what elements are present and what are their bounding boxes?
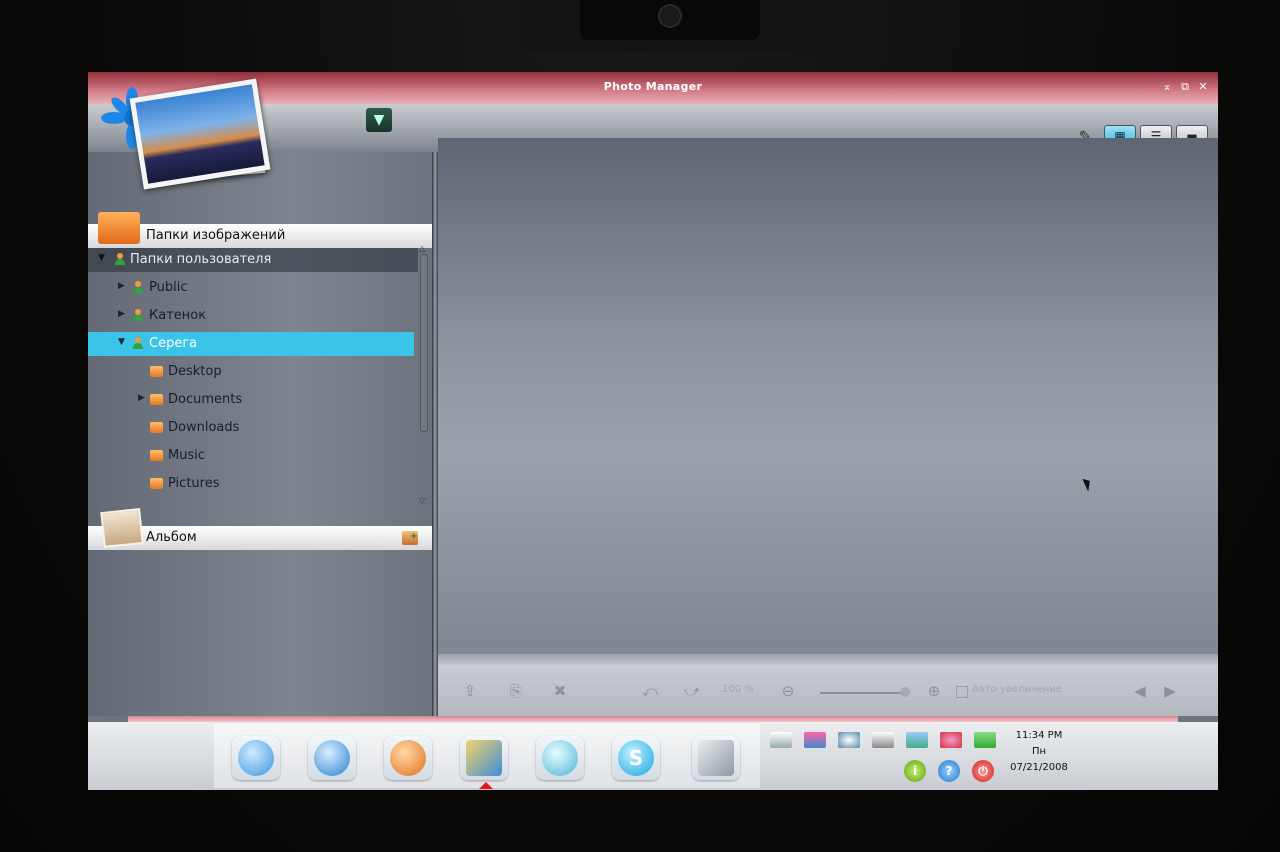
folder-tree: ▼ Папки пользователя ▶ Public ▶ Катенок … <box>88 248 432 508</box>
tree-item-desktop[interactable]: Desktop <box>88 360 414 384</box>
keyboard-icon[interactable] <box>872 732 894 748</box>
folder-icon <box>150 478 163 489</box>
folder-icon <box>150 422 163 433</box>
clock[interactable]: 11:34 PM Пн 07/21/2008 <box>996 728 1082 776</box>
tree-item-label: Public <box>149 280 188 295</box>
mouse-cursor-icon <box>1082 476 1094 492</box>
user-icon <box>132 309 145 321</box>
volume-icon[interactable] <box>974 732 996 748</box>
delete-icon[interactable]: ✖ <box>548 682 572 702</box>
album-label: Альбом <box>146 530 197 545</box>
tree-item-label: Documents <box>168 392 243 407</box>
tree-item-public[interactable]: ▶ Public <box>88 276 414 300</box>
zoom-value: 100 % <box>722 684 754 695</box>
network-icon[interactable] <box>804 732 826 748</box>
image-folders-label: Папки изображений <box>146 228 286 243</box>
dock-bar: S i ? ⏻ 11:34 PM Пн 07/21/2008 <box>88 722 1218 790</box>
zoom-slider-knob[interactable] <box>900 687 910 697</box>
webcam <box>520 0 820 52</box>
settings-icon[interactable] <box>692 736 740 780</box>
tree-item-music[interactable]: Music <box>88 444 414 468</box>
tree-item-label: Серега <box>149 336 198 351</box>
help-icon[interactable]: ? <box>938 760 960 782</box>
tree-item-downloads[interactable]: Downloads <box>88 416 414 440</box>
collapse-triangle-icon[interactable]: ▼ <box>118 337 128 347</box>
rotate-right-icon[interactable]: ⤻ <box>680 682 704 702</box>
zoom-in-icon[interactable]: ⊕ <box>922 682 946 702</box>
bottom-toolbar: ⇪ ⎘ ✖ ⤺ ⤻ 100 % ⊖ ⊕ Авто увеличение ◀ ▶ <box>438 668 1218 716</box>
tree-item-label: Music <box>168 448 205 463</box>
battery-icon[interactable] <box>906 732 928 748</box>
tree-item-label: Катенок <box>149 308 207 323</box>
tree-item-user-folders[interactable]: ▼ Папки пользователя <box>88 248 418 272</box>
user-icon <box>132 337 145 349</box>
auto-zoom-checkbox[interactable] <box>956 686 968 698</box>
left-panel: Папки изображений ▼ Папки пользователя ▶… <box>88 152 432 716</box>
webcam-lens-icon <box>658 4 682 28</box>
zoom-slider[interactable] <box>820 692 906 694</box>
skype-icon[interactable]: S <box>612 736 660 780</box>
tree-item-label: Desktop <box>168 364 222 379</box>
tree-item-pictures[interactable]: Pictures <box>88 472 414 496</box>
app-logo <box>94 78 271 198</box>
screen: Photo Manager ⌅ ⧉ ✕ ▼ ✎ ▦ ☰ ▬ Папки изоб… <box>88 72 1218 790</box>
tree-item-katenok[interactable]: ▶ Катенок <box>88 304 414 328</box>
folder-icon <box>150 394 163 405</box>
tree-item-label: Downloads <box>168 420 240 435</box>
tree-item-documents[interactable]: ▶ Documents <box>88 388 414 412</box>
scroll-up-arrow-icon[interactable]: △ <box>419 244 425 253</box>
close-icon[interactable]: ✕ <box>1196 80 1210 94</box>
auto-zoom-label: Авто увеличение <box>972 684 1062 695</box>
next-arrow-icon[interactable]: ▶ <box>1158 682 1182 702</box>
clock-day: Пн <box>1031 746 1047 757</box>
import-icon[interactable]: ⇪ <box>458 682 482 702</box>
clock-time: 11:34 PM <box>1015 730 1063 741</box>
zoom-out-icon[interactable]: ⊖ <box>776 682 800 702</box>
tree-item-label: Папки пользователя <box>130 252 272 267</box>
clock-date: 07/21/2008 <box>1010 762 1068 773</box>
tree-scrollbar[interactable]: △ ▽ <box>418 244 428 505</box>
browser-icon[interactable] <box>232 736 280 780</box>
folder-icon <box>150 366 163 377</box>
expand-triangle-icon[interactable]: ▶ <box>118 281 128 291</box>
slideshow-icon[interactable]: ⎘ <box>504 682 528 702</box>
tree-item-label: Pictures <box>168 476 220 491</box>
gear-icon[interactable] <box>940 732 962 748</box>
folder-icon <box>150 450 163 461</box>
album-photo-icon <box>100 508 144 548</box>
user-icon <box>114 253 127 265</box>
rotate-left-icon[interactable]: ⤺ <box>638 682 662 702</box>
wireless-icon[interactable] <box>838 732 860 748</box>
image-folders-icon <box>98 212 140 244</box>
tree-item-serega[interactable]: ▼ Серега <box>88 332 414 356</box>
expand-triangle-icon[interactable]: ▶ <box>118 309 128 319</box>
power-icon[interactable]: ⏻ <box>972 760 994 782</box>
photo-manager-icon[interactable] <box>460 736 508 780</box>
window-controls: ⌅ ⧉ ✕ <box>1160 80 1210 94</box>
navigate-down-arrow-icon[interactable]: ▼ <box>366 108 392 132</box>
chat-icon[interactable] <box>536 736 584 780</box>
restore-icon[interactable]: ⧉ <box>1178 80 1192 94</box>
app-launcher: S <box>214 724 760 789</box>
photo-viewing-area[interactable] <box>438 138 1218 668</box>
minimize-icon[interactable]: ⌅ <box>1160 80 1174 94</box>
messenger-icon[interactable] <box>308 736 356 780</box>
collapse-triangle-icon[interactable]: ▼ <box>98 253 108 263</box>
expand-triangle-icon[interactable]: ▶ <box>138 393 148 403</box>
active-app-indicator-icon <box>479 782 493 789</box>
user-icon <box>132 281 145 293</box>
add-album-icon[interactable]: + <box>402 531 418 545</box>
scroll-down-arrow-icon[interactable]: ▽ <box>419 496 425 505</box>
info-icon[interactable]: i <box>904 760 926 782</box>
display-icon[interactable] <box>770 732 792 748</box>
previous-arrow-icon[interactable]: ◀ <box>1128 682 1152 702</box>
scrollbar-thumb[interactable] <box>420 254 428 432</box>
media-icon[interactable] <box>384 736 432 780</box>
